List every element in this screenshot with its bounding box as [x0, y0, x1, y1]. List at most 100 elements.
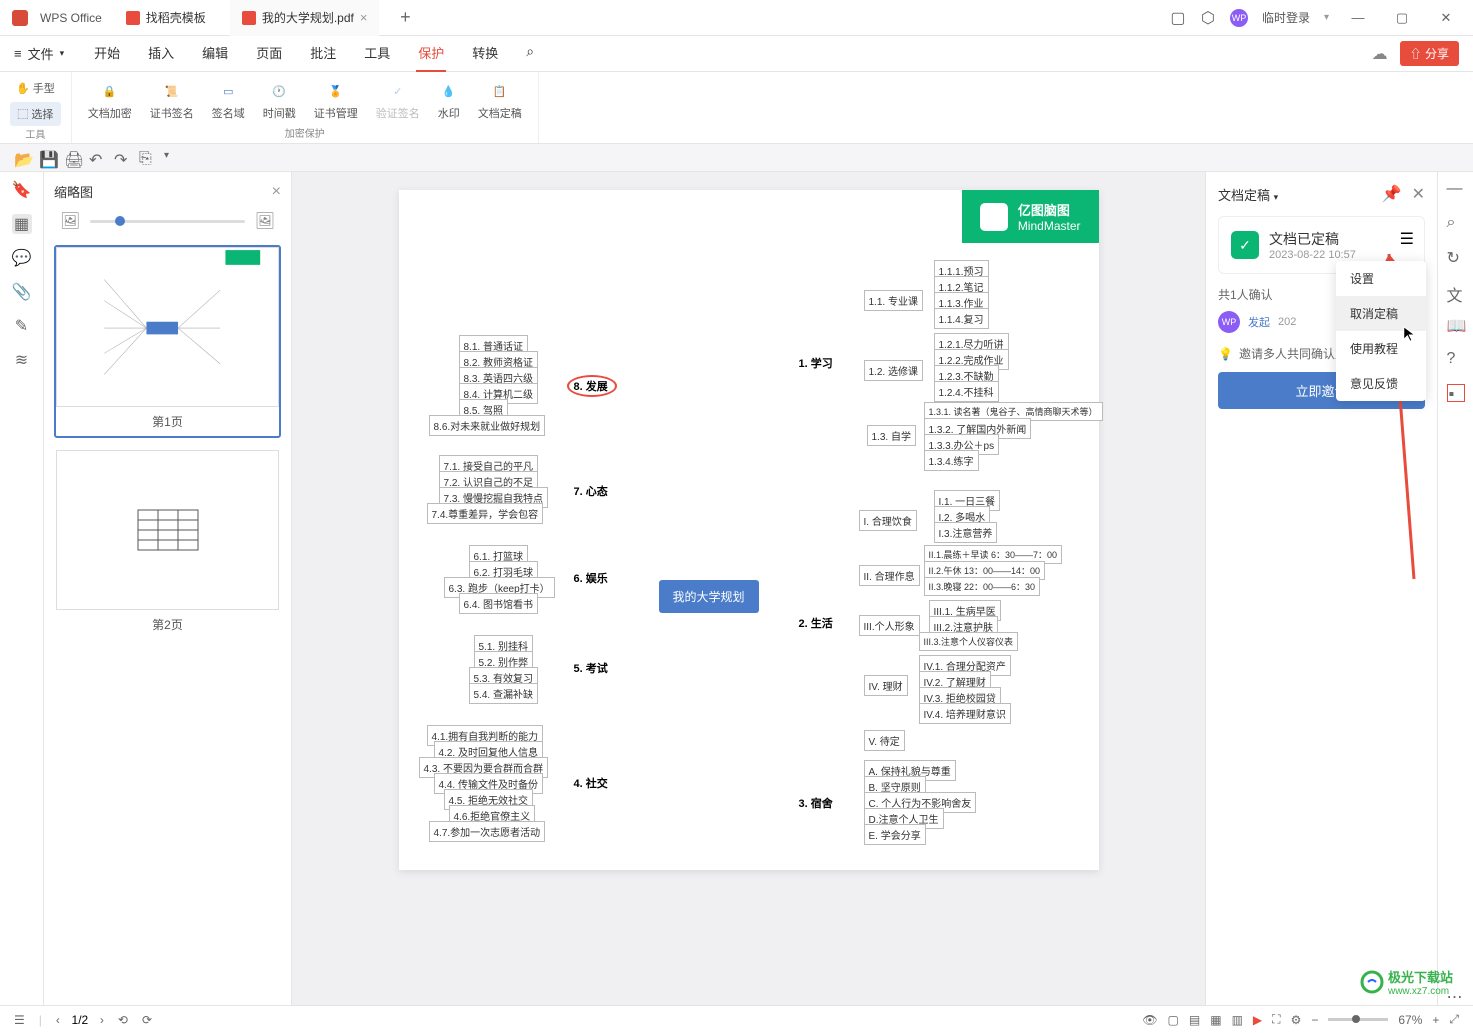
close-button[interactable]: ✕ [1431, 10, 1461, 26]
zoom-in[interactable]: + [1432, 1013, 1439, 1027]
menu-row: ≡ 文件 ▾ 开始 插入 编辑 页面 批注 工具 保护 转换 ⌕ ☁ ⇧ 分享 [0, 36, 1473, 72]
slideshow-icon[interactable]: ▶ [1253, 1013, 1262, 1027]
dd-feedback[interactable]: 意见反馈 [1336, 366, 1426, 401]
view-icon[interactable]: 👁 [1142, 1013, 1157, 1027]
fullscreen-icon[interactable]: ⛶ [1272, 1012, 1280, 1027]
refresh-icon[interactable]: ↻ [1447, 248, 1465, 266]
settings-icon[interactable]: ⚙ [1291, 1013, 1302, 1027]
zoom-out[interactable]: − [1311, 1013, 1318, 1027]
copy-icon[interactable]: ⎘ [139, 150, 154, 165]
finalize-doc[interactable]: 📋文档定稿 [472, 76, 528, 125]
avatar[interactable]: WP [1230, 9, 1248, 27]
maximize-button[interactable]: ▢ [1387, 10, 1417, 26]
expand-icon[interactable]: ⤢ [1449, 1012, 1459, 1027]
nav-fwd-icon[interactable]: ⟳ [142, 1013, 152, 1027]
minimize-icon[interactable]: — [1447, 180, 1465, 198]
file-menu[interactable]: ≡ 文件 ▾ [14, 44, 64, 63]
continuous-icon[interactable]: ▦ [1210, 1013, 1221, 1027]
mindmaster-badge: 亿图脑图MindMaster [962, 190, 1099, 243]
start-link[interactable]: 发起 [1248, 314, 1270, 330]
minimize-button[interactable]: — [1343, 10, 1373, 25]
close-icon[interactable]: ✕ [1412, 184, 1425, 204]
card-menu-button[interactable]: ☰ [1400, 229, 1414, 249]
add-tab-button[interactable]: + [391, 7, 419, 28]
tab-page[interactable]: 页面 [254, 35, 284, 72]
timestamp[interactable]: 🕐时间戳 [257, 76, 302, 125]
watermark[interactable]: 💧水印 [432, 76, 466, 125]
search-icon[interactable]: ⌕ [1447, 214, 1465, 232]
tab-insert[interactable]: 插入 [146, 35, 176, 72]
thumbnail-page-1[interactable]: 第1页 [54, 245, 281, 438]
two-page-icon[interactable]: ▥ [1232, 1013, 1243, 1027]
item-label: 时间戳 [263, 105, 296, 121]
cursor-icon [1402, 325, 1420, 343]
chevron-down-icon[interactable]: ▾ [1324, 12, 1329, 23]
thumb-preview [56, 247, 279, 407]
attachment-icon[interactable]: 📎 [12, 282, 32, 302]
chevron-down-icon[interactable]: ▾ [164, 150, 179, 165]
tab-edit[interactable]: 编辑 [200, 35, 230, 72]
page-input[interactable] [60, 1013, 100, 1027]
close-icon[interactable]: × [360, 10, 368, 25]
field-icon: ▭ [217, 80, 239, 102]
wps-logo-icon [12, 10, 28, 26]
encrypt-doc[interactable]: 🔒文档加密 [82, 76, 138, 125]
tab-annotate[interactable]: 批注 [308, 35, 338, 72]
badge-icon: 🏅 [325, 80, 347, 102]
canvas[interactable]: 亿图脑图MindMaster 我的大学规划 8. 发展 7. 心态 6. 娱乐 … [292, 172, 1205, 1005]
image-icon[interactable]: 🖼 [60, 211, 80, 231]
open-icon[interactable]: 📂 [14, 150, 29, 165]
page-view-icon[interactable]: ▤ [1189, 1013, 1200, 1027]
layers-icon[interactable]: ≋ [12, 350, 32, 370]
sign-icon[interactable]: ✎ [12, 316, 32, 336]
verify-sign[interactable]: ✓验证签名 [370, 76, 426, 125]
thumbnail-icon[interactable]: ▦ [12, 214, 32, 234]
dd-settings[interactable]: 设置 [1336, 261, 1426, 296]
cert-icon: 📜 [161, 80, 183, 102]
login-label[interactable]: 临时登录 [1262, 9, 1310, 26]
select-tool[interactable]: ⬚ 选择 [10, 102, 61, 126]
tab-templates[interactable]: 找稻壳模板 [114, 0, 218, 36]
image-icon[interactable]: 🖼 [255, 211, 275, 231]
tab-protect[interactable]: 保护 [416, 35, 446, 72]
cube-icon[interactable]: ⬡ [1200, 10, 1216, 26]
print-icon[interactable]: 🖨 [64, 150, 79, 165]
zoom-slider[interactable] [1328, 1018, 1388, 1021]
book-icon[interactable]: 📖 [1447, 316, 1465, 334]
save-icon[interactable]: 💾 [39, 150, 54, 165]
search-icon[interactable]: ⌕ [524, 35, 536, 72]
pin-icon[interactable]: 📌 [1382, 184, 1402, 204]
cloud-icon[interactable]: ☁ [1372, 44, 1388, 64]
hand-tool[interactable]: ✋ 手型 [10, 76, 61, 100]
cert-manage[interactable]: 🏅证书管理 [308, 76, 364, 125]
undo-icon[interactable]: ↶ [89, 150, 104, 165]
window-icon[interactable]: ▢ [1170, 10, 1186, 26]
thumbnail-page-2[interactable]: 第2页 [54, 448, 281, 641]
tab-convert[interactable]: 转换 [470, 35, 500, 72]
comment-icon[interactable]: 💬 [12, 248, 32, 268]
cert-sign[interactable]: 📜证书签名 [144, 76, 200, 125]
tab-tools[interactable]: 工具 [362, 35, 392, 72]
check-icon: ✓ [387, 80, 409, 102]
redo-icon[interactable]: ↷ [114, 150, 129, 165]
nav-back-icon[interactable]: ⟲ [118, 1013, 128, 1027]
menu-icon[interactable]: ☰ [14, 1013, 25, 1027]
group-label: 加密保护 [285, 125, 325, 140]
fit-icon[interactable]: ▢ [1168, 1013, 1179, 1027]
bookmark-icon[interactable]: 🔖 [12, 180, 32, 200]
next-page[interactable]: › [100, 1013, 104, 1027]
branch: 5. 考试 [574, 660, 608, 676]
note-icon[interactable]: ▪ [1447, 384, 1465, 402]
close-icon[interactable]: × [272, 183, 281, 201]
item-label: 签名域 [212, 105, 245, 121]
help-icon[interactable]: ? [1447, 350, 1465, 368]
tab-document[interactable]: 我的大学规划.pdf × [230, 0, 380, 36]
translate-icon[interactable]: 文 [1447, 282, 1465, 300]
sign-field[interactable]: ▭ 签名域 [206, 76, 251, 125]
card-date: 2023-08-22 10:57 [1269, 249, 1356, 261]
share-button[interactable]: ⇧ 分享 [1400, 41, 1459, 66]
branch: 1. 学习 [799, 355, 833, 371]
share-label: 分享 [1425, 47, 1449, 61]
zoom-slider[interactable] [90, 220, 244, 223]
tab-start[interactable]: 开始 [92, 35, 122, 72]
